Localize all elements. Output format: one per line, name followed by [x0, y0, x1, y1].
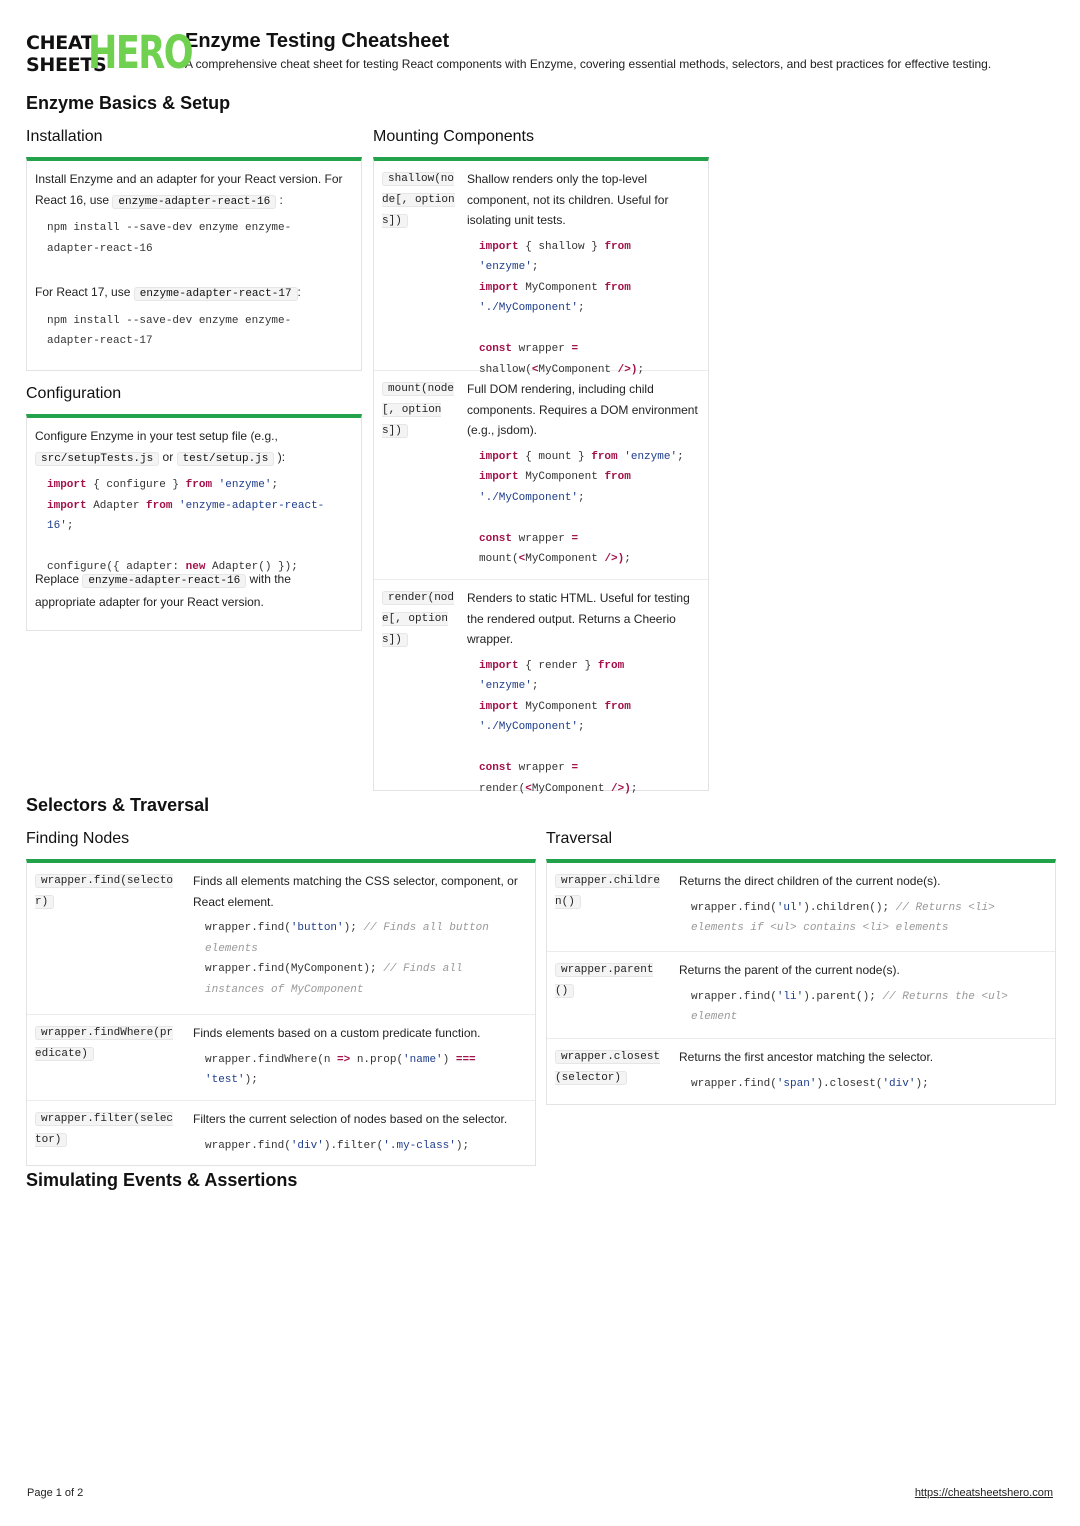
- method-description: Finds all elements matching the CSS sele…: [193, 874, 518, 909]
- method-signature: wrapper.find(selector): [35, 874, 174, 909]
- method-signature: mount(node[, options]): [382, 382, 455, 438]
- configuration-text-1: Configure Enzyme in your test setup file…: [35, 429, 286, 466]
- method-description: Shallow renders only the top-level compo…: [467, 172, 669, 227]
- table-row: wrapper.findWhere(predicate) Finds eleme…: [27, 1015, 535, 1101]
- logo-cheat: CHEAT: [26, 32, 94, 54]
- card-title-installation: Installation: [26, 128, 103, 145]
- card-finding-nodes: wrapper.find(selector) Finds all element…: [26, 859, 536, 1166]
- code-block-install-17: npm install --save-dev enzyme enzyme-ada…: [47, 314, 292, 348]
- inline-code: src/setupTests.js: [35, 451, 160, 466]
- page-header: CHEAT SHEETS HERO Enzyme Testing Cheatsh…: [26, 30, 992, 77]
- code-example: wrapper.find('li').parent(); // Returns …: [691, 990, 1015, 1024]
- inline-code: enzyme-adapter-react-17: [133, 287, 298, 301]
- inline-code: enzyme-adapter-react-16: [112, 194, 277, 209]
- page-number: Page 1 of 2: [27, 1487, 84, 1499]
- code-example: wrapper.findWhere(n => n.prop('name') ==…: [205, 1053, 476, 1087]
- method-description: Returns the direct children of the curre…: [679, 874, 941, 888]
- code-example: import { shallow } from 'enzyme'; import…: [479, 240, 645, 376]
- code-example: import { mount } from 'enzyme'; import M…: [479, 450, 684, 566]
- method-signature: wrapper.parent(): [555, 963, 654, 998]
- logo-hero: HERO: [88, 26, 194, 79]
- inline-code: enzyme-adapter-react-16: [82, 574, 247, 588]
- table-row: render(node[, options]) Renders to stati…: [374, 580, 708, 815]
- method-description: Full DOM rendering, including child comp…: [467, 382, 698, 437]
- code-example: wrapper.find('button'); // Finds all but…: [205, 922, 496, 996]
- method-description: Returns the parent of the current node(s…: [679, 963, 900, 977]
- card-configuration: Configure Enzyme in your test setup file…: [26, 414, 362, 631]
- card-installation: Install Enzyme and an adapter for your R…: [26, 157, 362, 371]
- table-row: wrapper.find(selector) Finds all element…: [27, 863, 535, 1015]
- installation-text-1: Install Enzyme and an adapter for your R…: [35, 172, 343, 209]
- configuration-text-2: Replace enzyme-adapter-react-16 with the…: [35, 572, 291, 609]
- page-title: Enzyme Testing Cheatsheet: [185, 30, 450, 52]
- installation-text-2: For React 17, use enzyme-adapter-react-1…: [35, 285, 301, 301]
- method-description: Renders to static HTML. Useful for testi…: [467, 591, 690, 646]
- method-description: Returns the first ancestor matching the …: [679, 1050, 934, 1064]
- method-signature: wrapper.children(): [555, 874, 661, 909]
- method-signature: wrapper.findWhere(predicate): [35, 1026, 174, 1061]
- method-signature: wrapper.filter(selector): [35, 1112, 174, 1147]
- code-example: import { render } from 'enzyme'; import …: [479, 659, 638, 795]
- code-block-install-16: npm install --save-dev enzyme enzyme-ada…: [47, 222, 292, 255]
- page-subtitle: A comprehensive cheat sheet for testing …: [185, 57, 992, 71]
- table-row: wrapper.filter(selector) Filters the cur…: [27, 1101, 535, 1172]
- section-title-events: Simulating Events & Assertions: [26, 1170, 298, 1190]
- section-title-basics: Enzyme Basics & Setup: [26, 93, 231, 113]
- method-description: Filters the current selection of nodes b…: [193, 1112, 508, 1126]
- table-row: shallow(node[, options]) Shallow renders…: [374, 161, 708, 376]
- site-link[interactable]: https://cheatsheetshero.com: [915, 1487, 1053, 1499]
- method-description: Finds elements based on a custom predica…: [193, 1026, 481, 1040]
- inline-code: test/setup.js: [176, 451, 275, 466]
- table-row: wrapper.closest(selector) Returns the fi…: [547, 1039, 1055, 1110]
- code-example: wrapper.find('span').closest('div');: [691, 1077, 929, 1090]
- code-example: wrapper.find('div').filter('.my-class');: [205, 1139, 470, 1152]
- cheatsheetshero-logo[interactable]: CHEAT SHEETS HERO: [26, 30, 194, 77]
- section-title-selectors: Selectors & Traversal: [26, 795, 210, 815]
- table-row: mount(node[, options]) Full DOM renderin…: [374, 371, 708, 580]
- code-block-configure: import { configure } from 'enzyme'; impo…: [47, 479, 325, 573]
- card-title-traversal: Traversal: [546, 830, 613, 847]
- method-signature: shallow(node[, options]): [382, 172, 455, 228]
- table-row: wrapper.parent() Returns the parent of t…: [547, 952, 1055, 1039]
- card-title-finding-nodes: Finding Nodes: [26, 830, 130, 847]
- method-signature: wrapper.closest(selector): [555, 1050, 661, 1085]
- code-example: wrapper.find('ul').children(); // Return…: [691, 901, 1002, 935]
- card-traversal: wrapper.children() Returns the direct ch…: [546, 859, 1056, 1105]
- method-signature: render(node[, options]): [382, 591, 455, 647]
- card-mounting: shallow(node[, options]) Shallow renders…: [373, 157, 709, 795]
- card-title-mounting: Mounting Components: [373, 128, 534, 145]
- table-row: wrapper.children() Returns the direct ch…: [547, 863, 1055, 952]
- card-title-configuration: Configuration: [26, 385, 122, 402]
